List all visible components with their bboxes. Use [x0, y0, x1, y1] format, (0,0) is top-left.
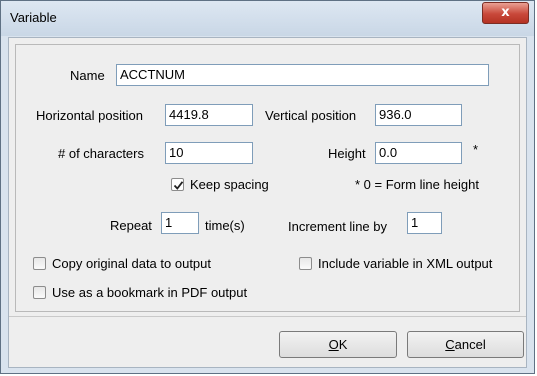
close-icon: x [501, 5, 510, 20]
characters-input[interactable]: 10 [165, 142, 253, 164]
height-input[interactable]: 0.0 [375, 142, 462, 164]
repeat-label: Repeat [110, 218, 152, 233]
cancel-label: ancel [454, 337, 486, 352]
title-bar[interactable]: Variable x [1, 1, 534, 36]
bookmark-label: Use as a bookmark in PDF output [52, 285, 248, 300]
checkmark-icon [173, 181, 184, 190]
include-xml-checkbox[interactable] [299, 257, 312, 270]
vertical-position-label: Vertical position [265, 108, 357, 123]
repeat-input[interactable]: 1 [161, 212, 199, 234]
characters-label: # of characters [58, 146, 144, 161]
horizontal-position-input[interactable]: 4419.8 [165, 104, 253, 126]
height-note: * 0 = Form line height [355, 177, 479, 192]
increment-label: Increment line by [288, 219, 387, 234]
name-input[interactable]: ACCTNUM [116, 64, 489, 86]
include-xml-label: Include variable in XML output [318, 256, 493, 271]
height-label: Height [328, 146, 366, 161]
close-button[interactable]: x [482, 2, 529, 24]
keep-spacing-checkbox[interactable] [171, 178, 184, 191]
increment-input[interactable]: 1 [407, 212, 442, 234]
bookmark-checkbox[interactable] [33, 286, 46, 299]
repeat-unit-label: time(s) [205, 218, 245, 233]
horizontal-position-label: Horizontal position [36, 108, 143, 123]
cancel-mnemonic: C [445, 337, 455, 352]
dialog-title: Variable [10, 10, 57, 25]
name-label: Name [70, 68, 105, 83]
copy-original-label: Copy original data to output [52, 256, 211, 271]
cancel-button[interactable]: Cancel [407, 331, 524, 358]
height-asterisk: * [473, 142, 479, 157]
ok-mnemonic: O [328, 337, 339, 352]
keep-spacing-label: Keep spacing [190, 177, 269, 192]
dialog-body: Name ACCTNUM Horizontal position 4419.8 … [8, 37, 527, 368]
variable-dialog: Variable x Name ACCTNUM Horizontal posit… [0, 0, 535, 374]
ok-button[interactable]: OK [279, 331, 397, 358]
vertical-position-input[interactable]: 936.0 [375, 104, 462, 126]
button-divider [9, 316, 526, 317]
copy-original-checkbox[interactable] [33, 257, 46, 270]
ok-label: K [338, 337, 348, 352]
